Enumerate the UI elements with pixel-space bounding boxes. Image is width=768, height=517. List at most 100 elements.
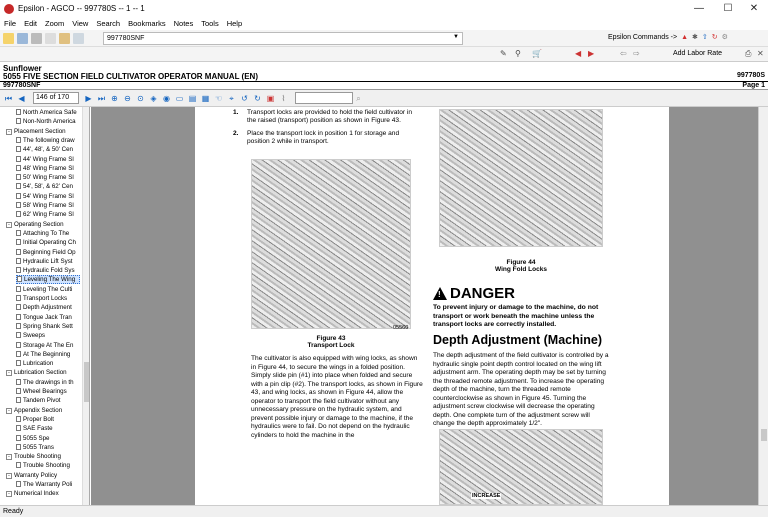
document-icon[interactable] — [16, 202, 21, 208]
search-go-icon[interactable]: ⌕ — [353, 93, 364, 104]
tree-scrollbar-thumb[interactable] — [84, 362, 89, 402]
tree-item[interactable]: Leveling The Culti — [16, 285, 80, 294]
menu-bookmarks[interactable]: Bookmarks — [128, 19, 166, 28]
zoom-width-icon[interactable]: ◉ — [161, 93, 172, 104]
tree-item[interactable]: 5055 Trans — [16, 443, 80, 452]
tree-item[interactable]: Tongue Jack Tran — [16, 313, 80, 322]
document-icon[interactable] — [16, 388, 21, 394]
document-icon[interactable] — [16, 341, 21, 348]
bookmark-icon[interactable] — [59, 32, 70, 44]
tree-item[interactable]: At The Beginning — [16, 350, 80, 359]
tree-item[interactable]: 48' Wing Frame Sl — [16, 164, 80, 173]
up-arrow-icon[interactable]: ⇧ — [702, 33, 708, 41]
document-icon[interactable] — [16, 397, 21, 404]
document-icon[interactable] — [73, 32, 84, 44]
document-icon[interactable] — [16, 322, 21, 329]
tree-item[interactable]: Proper Bolt — [16, 415, 80, 424]
menu-zoom[interactable]: Zoom — [45, 19, 64, 28]
document-icon[interactable] — [16, 164, 21, 171]
rotate-right-icon[interactable]: ↻ — [252, 93, 263, 104]
tree-item[interactable]: Sweeps — [16, 331, 80, 340]
save-icon[interactable] — [17, 32, 28, 44]
tree-item[interactable]: Beginning Field Op — [16, 248, 80, 257]
page-number-input[interactable]: 146 of 170 — [33, 92, 79, 104]
filter-icon[interactable]: ⚲ — [515, 49, 521, 58]
rotate-left-icon[interactable]: ↺ — [239, 93, 250, 104]
tools-icon[interactable]: ✱ — [692, 33, 698, 41]
tree-item[interactable]: Spring Shank Sett — [16, 322, 80, 331]
tree-item[interactable]: Wheel Bearings — [16, 387, 80, 396]
collapse-icon[interactable]: - — [6, 472, 12, 479]
document-viewer[interactable]: 1. Transport locks are provided to hold … — [91, 107, 758, 505]
document-icon[interactable] — [16, 285, 21, 292]
tree-item[interactable]: Tandem Pivot — [16, 396, 80, 405]
document-icon[interactable] — [16, 183, 21, 190]
document-icon[interactable] — [16, 155, 21, 162]
print-small-icon[interactable]: ⎙ — [745, 49, 751, 59]
menu-notes[interactable]: Notes — [174, 19, 194, 28]
tree-section[interactable]: - Trouble Shooting — [6, 452, 80, 461]
menu-search[interactable]: Search — [96, 19, 120, 28]
tree-item[interactable]: The drawings in th — [16, 378, 80, 387]
document-icon[interactable] — [16, 462, 21, 469]
last-page-icon[interactable]: ⏭ — [96, 93, 107, 104]
document-icon[interactable] — [16, 481, 21, 487]
tree-item[interactable]: The following draw — [16, 136, 80, 145]
tree-section[interactable]: - Lubrication Section — [6, 368, 80, 377]
highlight-icon[interactable]: ▣ — [265, 93, 276, 104]
zoom-in-icon[interactable]: ⊕ — [109, 93, 120, 104]
add-labor-rate-button[interactable]: Add Labor Rate — [673, 50, 722, 57]
tree-item[interactable]: 5055 Spe — [16, 434, 80, 443]
tree-item[interactable]: 62' Wing Frame Sl — [16, 210, 80, 219]
epsilon-commands[interactable]: Epsilon Commands -> ▲ ✱ ⇧ ↻ ⚙ — [608, 33, 728, 42]
search-input[interactable] — [295, 92, 353, 104]
document-icon[interactable] — [16, 118, 21, 125]
document-icon[interactable] — [16, 295, 21, 301]
tree-item[interactable]: Transport Locks — [16, 294, 80, 303]
tree-item[interactable]: 44', 48', & 50' Cen — [16, 145, 80, 154]
tree-item[interactable]: Lubrication — [16, 359, 80, 368]
document-icon[interactable] — [16, 257, 21, 264]
nav-right-icon[interactable]: ▶ — [588, 49, 594, 58]
tree-item[interactable]: 58' Wing Frame Sl — [16, 201, 80, 210]
menu-file[interactable]: File — [4, 19, 16, 28]
tree-section[interactable]: - Appendix Section — [6, 406, 80, 415]
fit-width-icon[interactable]: ◈ — [148, 93, 159, 104]
tree-item[interactable]: Leveling The Wing — [16, 275, 80, 285]
attach-icon[interactable]: ⌇ — [278, 93, 289, 104]
document-selector[interactable]: 997780SNF ▼ — [103, 32, 463, 45]
print-icon[interactable] — [31, 32, 42, 44]
tree-item[interactable]: Hydraulic Lift Syst — [16, 257, 80, 266]
collapse-icon[interactable]: - — [6, 491, 12, 498]
tree-item[interactable]: Non-North America — [16, 117, 80, 126]
zoom-fit-icon[interactable]: ⊙ — [135, 93, 146, 104]
tree-item[interactable]: Attaching To The — [16, 229, 80, 238]
tree-item[interactable]: Hydraulic Fold Sys — [16, 266, 80, 275]
tree-section[interactable]: - Warranty Policy — [6, 471, 80, 480]
document-icon[interactable] — [16, 378, 21, 385]
tree-item[interactable]: Initial Operating Ch — [16, 238, 80, 247]
document-icon[interactable] — [16, 174, 21, 181]
next-page-icon[interactable]: ▶ — [83, 93, 94, 104]
back-icon[interactable]: ⇦ — [620, 49, 627, 58]
collapse-icon[interactable]: - — [6, 221, 12, 228]
cart-icon[interactable]: 🛒 — [532, 49, 542, 58]
close-panel-icon[interactable]: ✕ — [757, 49, 764, 58]
select-tool-icon[interactable]: ⌖ — [226, 93, 237, 104]
tree-section[interactable]: - Operating Section — [6, 220, 80, 229]
close-button[interactable]: ✕ — [740, 0, 768, 17]
hand-tool-icon[interactable]: ☜ — [213, 93, 224, 104]
zoom-out-icon[interactable]: ⊖ — [122, 93, 133, 104]
viewer-scrollbar[interactable] — [758, 107, 768, 505]
settings-icon[interactable]: ⚙ — [722, 33, 728, 41]
document-icon[interactable] — [16, 239, 21, 246]
tree-item[interactable]: North America Safe — [16, 108, 80, 117]
document-icon[interactable] — [16, 425, 21, 432]
first-page-icon[interactable]: ⏮ — [3, 93, 14, 104]
tree-item[interactable]: Trouble Shooting — [16, 461, 80, 470]
document-icon[interactable] — [16, 248, 21, 255]
forward-icon[interactable]: ⇨ — [633, 49, 640, 58]
open-folder-icon[interactable] — [3, 32, 14, 44]
document-icon[interactable] — [16, 304, 21, 311]
tree-section[interactable]: - Numerical Index — [6, 489, 80, 498]
